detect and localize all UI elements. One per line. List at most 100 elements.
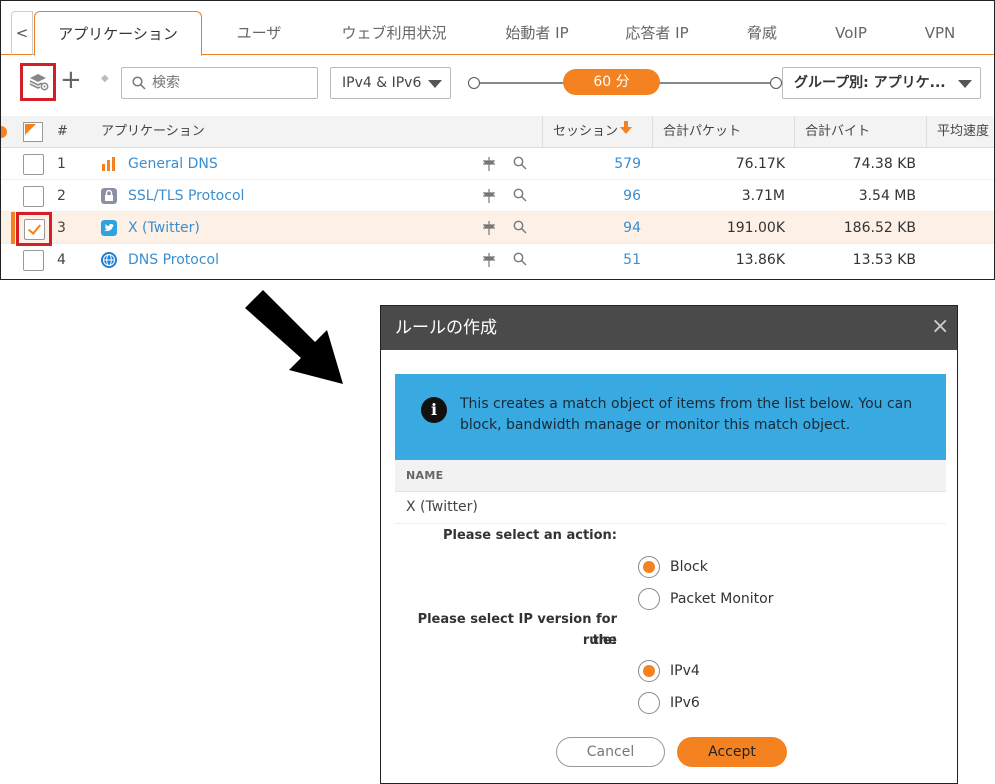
col-total-packets[interactable]: 合計パケット: [663, 116, 741, 147]
packets-value: 13.86K: [735, 252, 785, 268]
ip-version-select[interactable]: IPv4 & IPv6: [330, 67, 451, 99]
column-divider: [794, 116, 795, 147]
bytes-value: 3.54 MB: [858, 188, 916, 204]
time-range-pill[interactable]: 60 分: [563, 69, 660, 95]
packets-value: 191.00K: [726, 220, 785, 236]
selection-bar: [11, 212, 15, 244]
info-icon: i: [421, 397, 447, 423]
col-application[interactable]: アプリケーション: [101, 116, 205, 147]
pin-icon[interactable]: [482, 220, 496, 236]
bytes-value: 186.52 KB: [843, 220, 916, 236]
sessions-value[interactable]: 579: [561, 148, 641, 180]
app-name-link[interactable]: General DNS: [128, 148, 218, 180]
radio-block[interactable]: [638, 556, 660, 578]
search-input[interactable]: [152, 72, 312, 94]
sparkle-icon: ◆: [101, 73, 109, 84]
app-name-link[interactable]: DNS Protocol: [128, 244, 219, 276]
tab-web-usage[interactable]: ウェブ利用状況: [321, 11, 467, 55]
search-box[interactable]: [121, 67, 318, 99]
close-icon[interactable]: ×: [931, 306, 949, 348]
bytes-value: 74.38 KB: [852, 156, 916, 172]
row-checkbox[interactable]: [23, 186, 44, 207]
plus-icon[interactable]: +: [60, 65, 82, 95]
table-row[interactable]: 4 DNS Protocol 51 13.86K 13.53 KB: [1, 244, 994, 276]
row-checkbox[interactable]: [23, 250, 44, 271]
caret-down-icon: [428, 80, 442, 88]
tab-users[interactable]: ユーザ: [211, 11, 307, 55]
radio-ipv4[interactable]: [638, 660, 660, 682]
packets-value: 76.17K: [735, 156, 785, 172]
search-icon[interactable]: [513, 156, 527, 170]
pin-icon[interactable]: [482, 156, 496, 172]
app-name-link[interactable]: X (Twitter): [128, 212, 200, 244]
caret-down-icon: [958, 80, 972, 88]
tab-responder-ip[interactable]: 応答者 IP: [606, 11, 708, 55]
search-icon: [132, 76, 146, 90]
cancel-button[interactable]: Cancel: [556, 737, 665, 767]
col-avg-rate[interactable]: 平均速度 (: [937, 116, 994, 147]
col-number: #: [57, 124, 68, 139]
tab-voip[interactable]: VoIP: [816, 11, 886, 55]
arrow-down-right-icon: [245, 290, 343, 384]
sessions-value[interactable]: 51: [561, 244, 641, 276]
group-by-value: グループ別: アプリケ...: [794, 75, 946, 91]
search-icon[interactable]: [513, 220, 527, 234]
col-total-bytes[interactable]: 合計バイト: [805, 116, 870, 147]
pin-icon[interactable]: [482, 188, 496, 204]
sessions-value[interactable]: 96: [561, 180, 641, 212]
info-banner: i This creates a match object of items f…: [395, 374, 946, 460]
action-label: Please select an action:: [442, 528, 617, 543]
twitter-bird-icon: [101, 220, 117, 236]
indicator-dot: [1, 126, 7, 138]
layers-settings-icon: [29, 74, 49, 91]
row-number: 1: [57, 156, 66, 172]
tab-applications[interactable]: アプリケーション: [34, 11, 202, 56]
dialog-title: ルールの作成: [395, 318, 497, 338]
row-number: 2: [57, 188, 66, 204]
radio-ipv6[interactable]: [638, 692, 660, 714]
col-sessions[interactable]: セッション: [553, 116, 618, 147]
chevron-left-icon[interactable]: <: [11, 11, 33, 55]
create-rule-dialog: ルールの作成 × i This creates a match object o…: [380, 305, 958, 784]
slider-start-handle[interactable]: [468, 77, 480, 89]
table-row[interactable]: 1 General DNS 579 76.17K 74.38 KB: [1, 148, 994, 180]
dialog-header: ルールの作成 ×: [381, 306, 957, 350]
table-row[interactable]: 2 SSL/TLS Protocol 96 3.71M 3.54 MB: [1, 180, 994, 212]
tab-vpn[interactable]: VPN: [906, 11, 974, 55]
tab-threats[interactable]: 脅威: [726, 11, 798, 55]
column-divider: [652, 116, 653, 147]
create-rule-button[interactable]: [20, 63, 56, 101]
group-by-select[interactable]: グループ別: アプリケ...: [782, 67, 981, 99]
radio-packet-monitor[interactable]: [638, 588, 660, 610]
radio-packet-monitor-label[interactable]: Packet Monitor: [670, 588, 773, 610]
slider-end-handle[interactable]: [770, 77, 782, 89]
bytes-value: 13.53 KB: [852, 252, 916, 268]
tab-bar: < アプリケーション ユーザ ウェブ利用状況 始動者 IP 応答者 IP 脅威 …: [1, 1, 994, 56]
info-text: This creates a match object of items fro…: [460, 396, 913, 433]
packets-value: 3.71M: [741, 188, 785, 204]
select-all-checkbox[interactable]: [23, 122, 43, 142]
column-divider: [926, 116, 927, 147]
name-value: X (Twitter): [395, 492, 946, 524]
search-icon[interactable]: [513, 188, 527, 202]
radio-block-label[interactable]: Block: [670, 556, 708, 578]
app-name-link[interactable]: SSL/TLS Protocol: [128, 180, 244, 212]
row-checkbox[interactable]: [23, 154, 44, 175]
row-checkbox-highlight[interactable]: [16, 212, 52, 246]
radio-ipv6-label[interactable]: IPv6: [670, 692, 700, 714]
radio-ipv4-label[interactable]: IPv4: [670, 660, 700, 682]
toolbar: + ◆ IPv4 & IPv6 60 分 グループ別: アプリケ...: [1, 56, 994, 112]
lock-icon: [101, 188, 117, 204]
globe-icon: [101, 252, 117, 268]
table-row-selected[interactable]: 3 X (Twitter) 94 191.00K 186.52 KB: [1, 212, 994, 246]
search-icon[interactable]: [513, 252, 527, 266]
analytics-panel: < アプリケーション ユーザ ウェブ利用状況 始動者 IP 応答者 IP 脅威 …: [0, 0, 995, 280]
ip-version-value: IPv4 & IPv6: [342, 75, 422, 91]
accept-button[interactable]: Accept: [677, 737, 787, 767]
tab-initiator-ip[interactable]: 始動者 IP: [486, 11, 588, 55]
sessions-value[interactable]: 94: [561, 212, 641, 244]
sort-desc-icon[interactable]: [620, 116, 632, 147]
pin-icon[interactable]: [482, 252, 496, 268]
row-number: 3: [57, 220, 66, 236]
ip-version-label-line2: rule:: [582, 633, 617, 648]
